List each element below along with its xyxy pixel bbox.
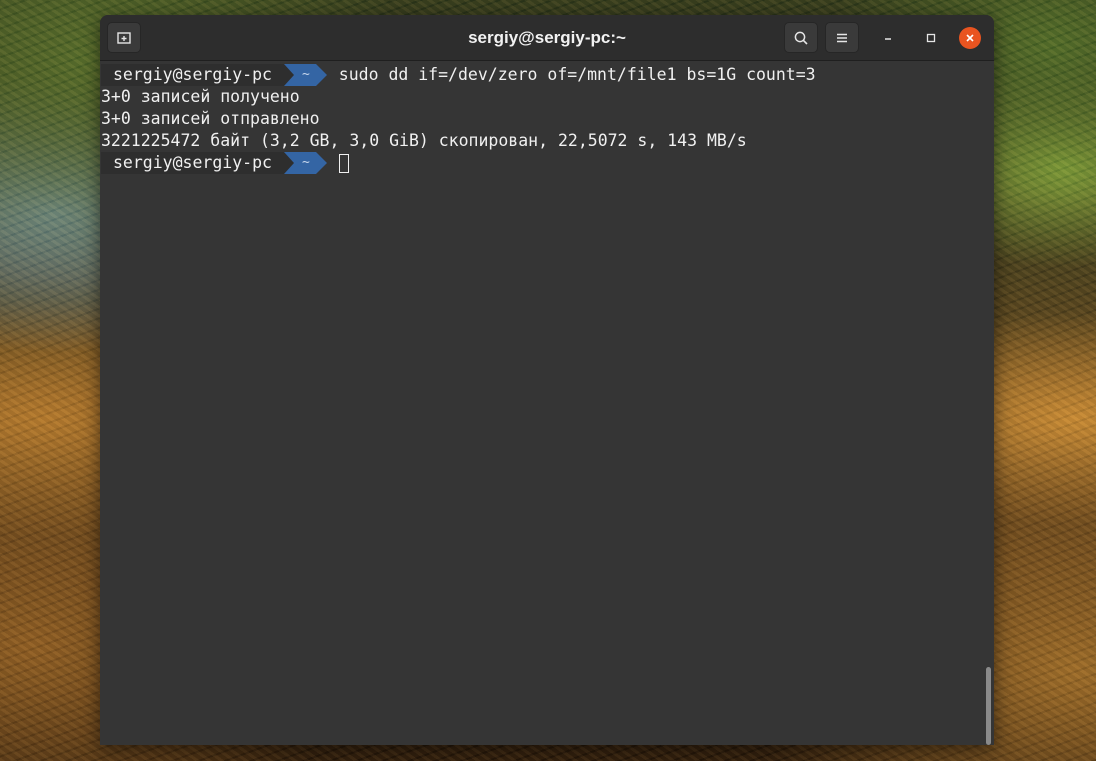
output-line: 3221225472 байт (3,2 GB, 3,0 GiB) скопир… bbox=[101, 131, 747, 150]
minimize-icon bbox=[882, 29, 894, 48]
prompt-user: sergiy@sergiy-pc bbox=[101, 152, 284, 174]
command-text: sudo dd if=/dev/zero of=/mnt/file1 bs=1G… bbox=[338, 65, 816, 84]
prompt-directory: ~ bbox=[283, 152, 316, 174]
hamburger-menu-icon bbox=[834, 30, 850, 46]
output-line: 3+0 записей отправлено bbox=[101, 109, 320, 128]
close-button[interactable] bbox=[959, 27, 981, 49]
search-button[interactable] bbox=[784, 22, 818, 53]
new-tab-icon bbox=[116, 30, 132, 46]
text-cursor bbox=[338, 153, 349, 173]
prompt-arrow-icon bbox=[315, 64, 327, 86]
window-title: sergiy@sergiy-pc:~ bbox=[468, 28, 626, 47]
close-icon bbox=[964, 29, 976, 48]
prompt-directory: ~ bbox=[283, 64, 316, 86]
maximize-button[interactable] bbox=[920, 27, 942, 49]
scrollbar[interactable] bbox=[986, 667, 991, 745]
new-tab-button[interactable] bbox=[107, 22, 141, 53]
prompt-line-2: sergiy@sergiy-pc ~ bbox=[101, 152, 349, 174]
prompt-arrow-icon bbox=[315, 152, 327, 174]
title-bar[interactable]: sergiy@sergiy-pc:~ bbox=[100, 15, 994, 61]
maximize-icon bbox=[925, 29, 937, 48]
menu-button[interactable] bbox=[825, 22, 859, 53]
output-line: 3+0 записей получено bbox=[101, 87, 300, 106]
minimize-button[interactable] bbox=[877, 27, 899, 49]
search-icon bbox=[793, 30, 809, 46]
prompt-line-1: sergiy@sergiy-pc ~ sudo dd if=/dev/zero … bbox=[101, 64, 816, 86]
terminal-output-area[interactable]: sergiy@sergiy-pc ~ sudo dd if=/dev/zero … bbox=[100, 61, 994, 745]
prompt-user: sergiy@sergiy-pc bbox=[101, 64, 284, 86]
terminal-window: sergiy@sergiy-pc:~ sergiy@sergiy-pc ~ su… bbox=[100, 15, 994, 745]
